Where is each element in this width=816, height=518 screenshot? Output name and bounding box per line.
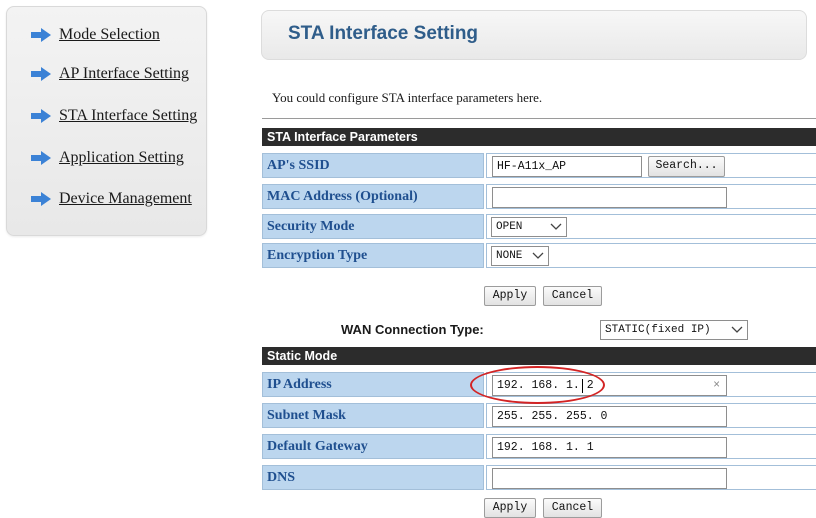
intro-text: You could configure STA interface parame…	[272, 90, 543, 105]
encryption-type-value: NONE	[496, 250, 523, 262]
ssid-input[interactable]: HF-A11x_AP	[492, 156, 642, 177]
encryption-label: Encryption Type	[262, 243, 484, 268]
static-mode-header: Static Mode	[262, 347, 816, 365]
sidebar-item-mode-selection[interactable]: Mode Selection	[31, 26, 160, 44]
sta-params-header: STA Interface Parameters	[262, 128, 816, 146]
arrow-right-icon	[31, 109, 51, 123]
ssid-row: AP's SSID HF-A11x_AP Search...	[262, 152, 816, 179]
security-mode-select[interactable]: OPEN	[491, 217, 567, 237]
arrow-right-icon	[31, 151, 51, 165]
gateway-cell: 192. 168. 1. 1	[486, 434, 816, 459]
ip-address-input[interactable]: 192. 168. 1. 2 ×	[492, 375, 727, 396]
sidebar-item-label[interactable]: Application Setting	[59, 149, 184, 167]
chevron-down-icon	[731, 326, 743, 333]
chevron-down-icon	[532, 252, 544, 259]
encryption-row: Encryption Type NONE	[262, 242, 816, 269]
search-button[interactable]: Search...	[648, 156, 725, 177]
security-row: Security Mode OPEN	[262, 213, 816, 240]
default-gateway-input[interactable]: 192. 168. 1. 1	[492, 437, 727, 458]
sidebar-nav: Mode Selection AP Interface Setting STA …	[6, 6, 207, 236]
mac-input[interactable]	[492, 187, 727, 208]
ip-address-value: 192. 168. 1. 2	[497, 379, 594, 392]
sidebar-item-label[interactable]: Device Management	[59, 190, 192, 208]
sidebar-item-label[interactable]: AP Interface Setting	[59, 65, 189, 83]
page-title-box: STA Interface Setting	[261, 10, 807, 60]
ssid-label: AP's SSID	[262, 153, 484, 178]
security-mode-value: OPEN	[496, 221, 523, 233]
sidebar-item-label[interactable]: Mode Selection	[59, 26, 160, 44]
dns-cell	[486, 465, 816, 490]
sta-cancel-button[interactable]: Cancel	[543, 286, 602, 306]
divider	[262, 118, 816, 119]
wan-connection-value: STATIC(fixed IP)	[605, 324, 711, 336]
sidebar-item-application[interactable]: Application Setting	[31, 149, 184, 167]
mac-row: MAC Address (Optional)	[262, 183, 816, 210]
mac-cell	[486, 184, 816, 209]
subnet-mask-input[interactable]: 255. 255. 255. 0	[492, 406, 727, 427]
wan-connection-select[interactable]: STATIC(fixed IP)	[600, 320, 748, 340]
sta-apply-button[interactable]: Apply	[484, 286, 536, 306]
subnet-row: Subnet Mask 255. 255. 255. 0	[262, 402, 816, 429]
sidebar-item-ap-interface[interactable]: AP Interface Setting	[31, 65, 189, 83]
ip-row: IP Address 192. 168. 1. 2 ×	[262, 371, 816, 398]
arrow-right-icon	[31, 28, 51, 42]
security-label: Security Mode	[262, 214, 484, 239]
chevron-down-icon	[550, 223, 562, 230]
text-caret	[582, 379, 583, 393]
page-title: STA Interface Setting	[288, 23, 479, 44]
gateway-row: Default Gateway 192. 168. 1. 1	[262, 433, 816, 460]
sidebar-item-sta-interface[interactable]: STA Interface Setting	[31, 107, 197, 125]
dns-input[interactable]	[492, 468, 727, 489]
ip-cell: 192. 168. 1. 2 ×	[486, 372, 816, 397]
encryption-cell: NONE	[486, 243, 816, 268]
wan-connection-label: WAN Connection Type:	[341, 322, 484, 337]
gateway-label: Default Gateway	[262, 434, 484, 459]
ssid-cell: HF-A11x_AP Search...	[486, 153, 816, 178]
dns-label: DNS	[262, 465, 484, 490]
security-cell: OPEN	[486, 214, 816, 239]
arrow-right-icon	[31, 192, 51, 206]
static-apply-button[interactable]: Apply	[484, 498, 536, 518]
encryption-type-select[interactable]: NONE	[491, 246, 549, 266]
clear-icon[interactable]: ×	[713, 376, 720, 395]
static-cancel-button[interactable]: Cancel	[543, 498, 602, 518]
subnet-label: Subnet Mask	[262, 403, 484, 428]
sidebar-item-label[interactable]: STA Interface Setting	[59, 107, 197, 125]
ip-label: IP Address	[262, 372, 484, 397]
dns-row: DNS	[262, 464, 816, 491]
subnet-cell: 255. 255. 255. 0	[486, 403, 816, 428]
mac-label: MAC Address (Optional)	[262, 184, 484, 209]
sidebar-item-device-management[interactable]: Device Management	[31, 190, 192, 208]
arrow-right-icon	[31, 67, 51, 81]
